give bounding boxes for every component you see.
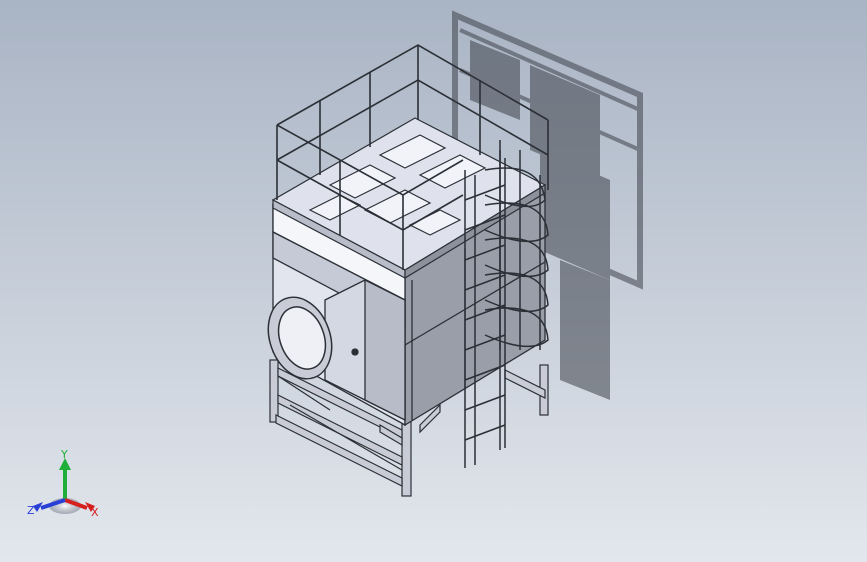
orientation-triad[interactable]: Y X Z bbox=[25, 448, 105, 528]
y-axis-arrow bbox=[59, 458, 71, 500]
x-axis-label: X bbox=[91, 506, 99, 519]
graphics-viewport[interactable]: Y X Z bbox=[0, 0, 867, 562]
y-axis-label: Y bbox=[60, 448, 68, 461]
z-axis-label: Z bbox=[27, 504, 35, 517]
model-view[interactable] bbox=[0, 0, 867, 562]
